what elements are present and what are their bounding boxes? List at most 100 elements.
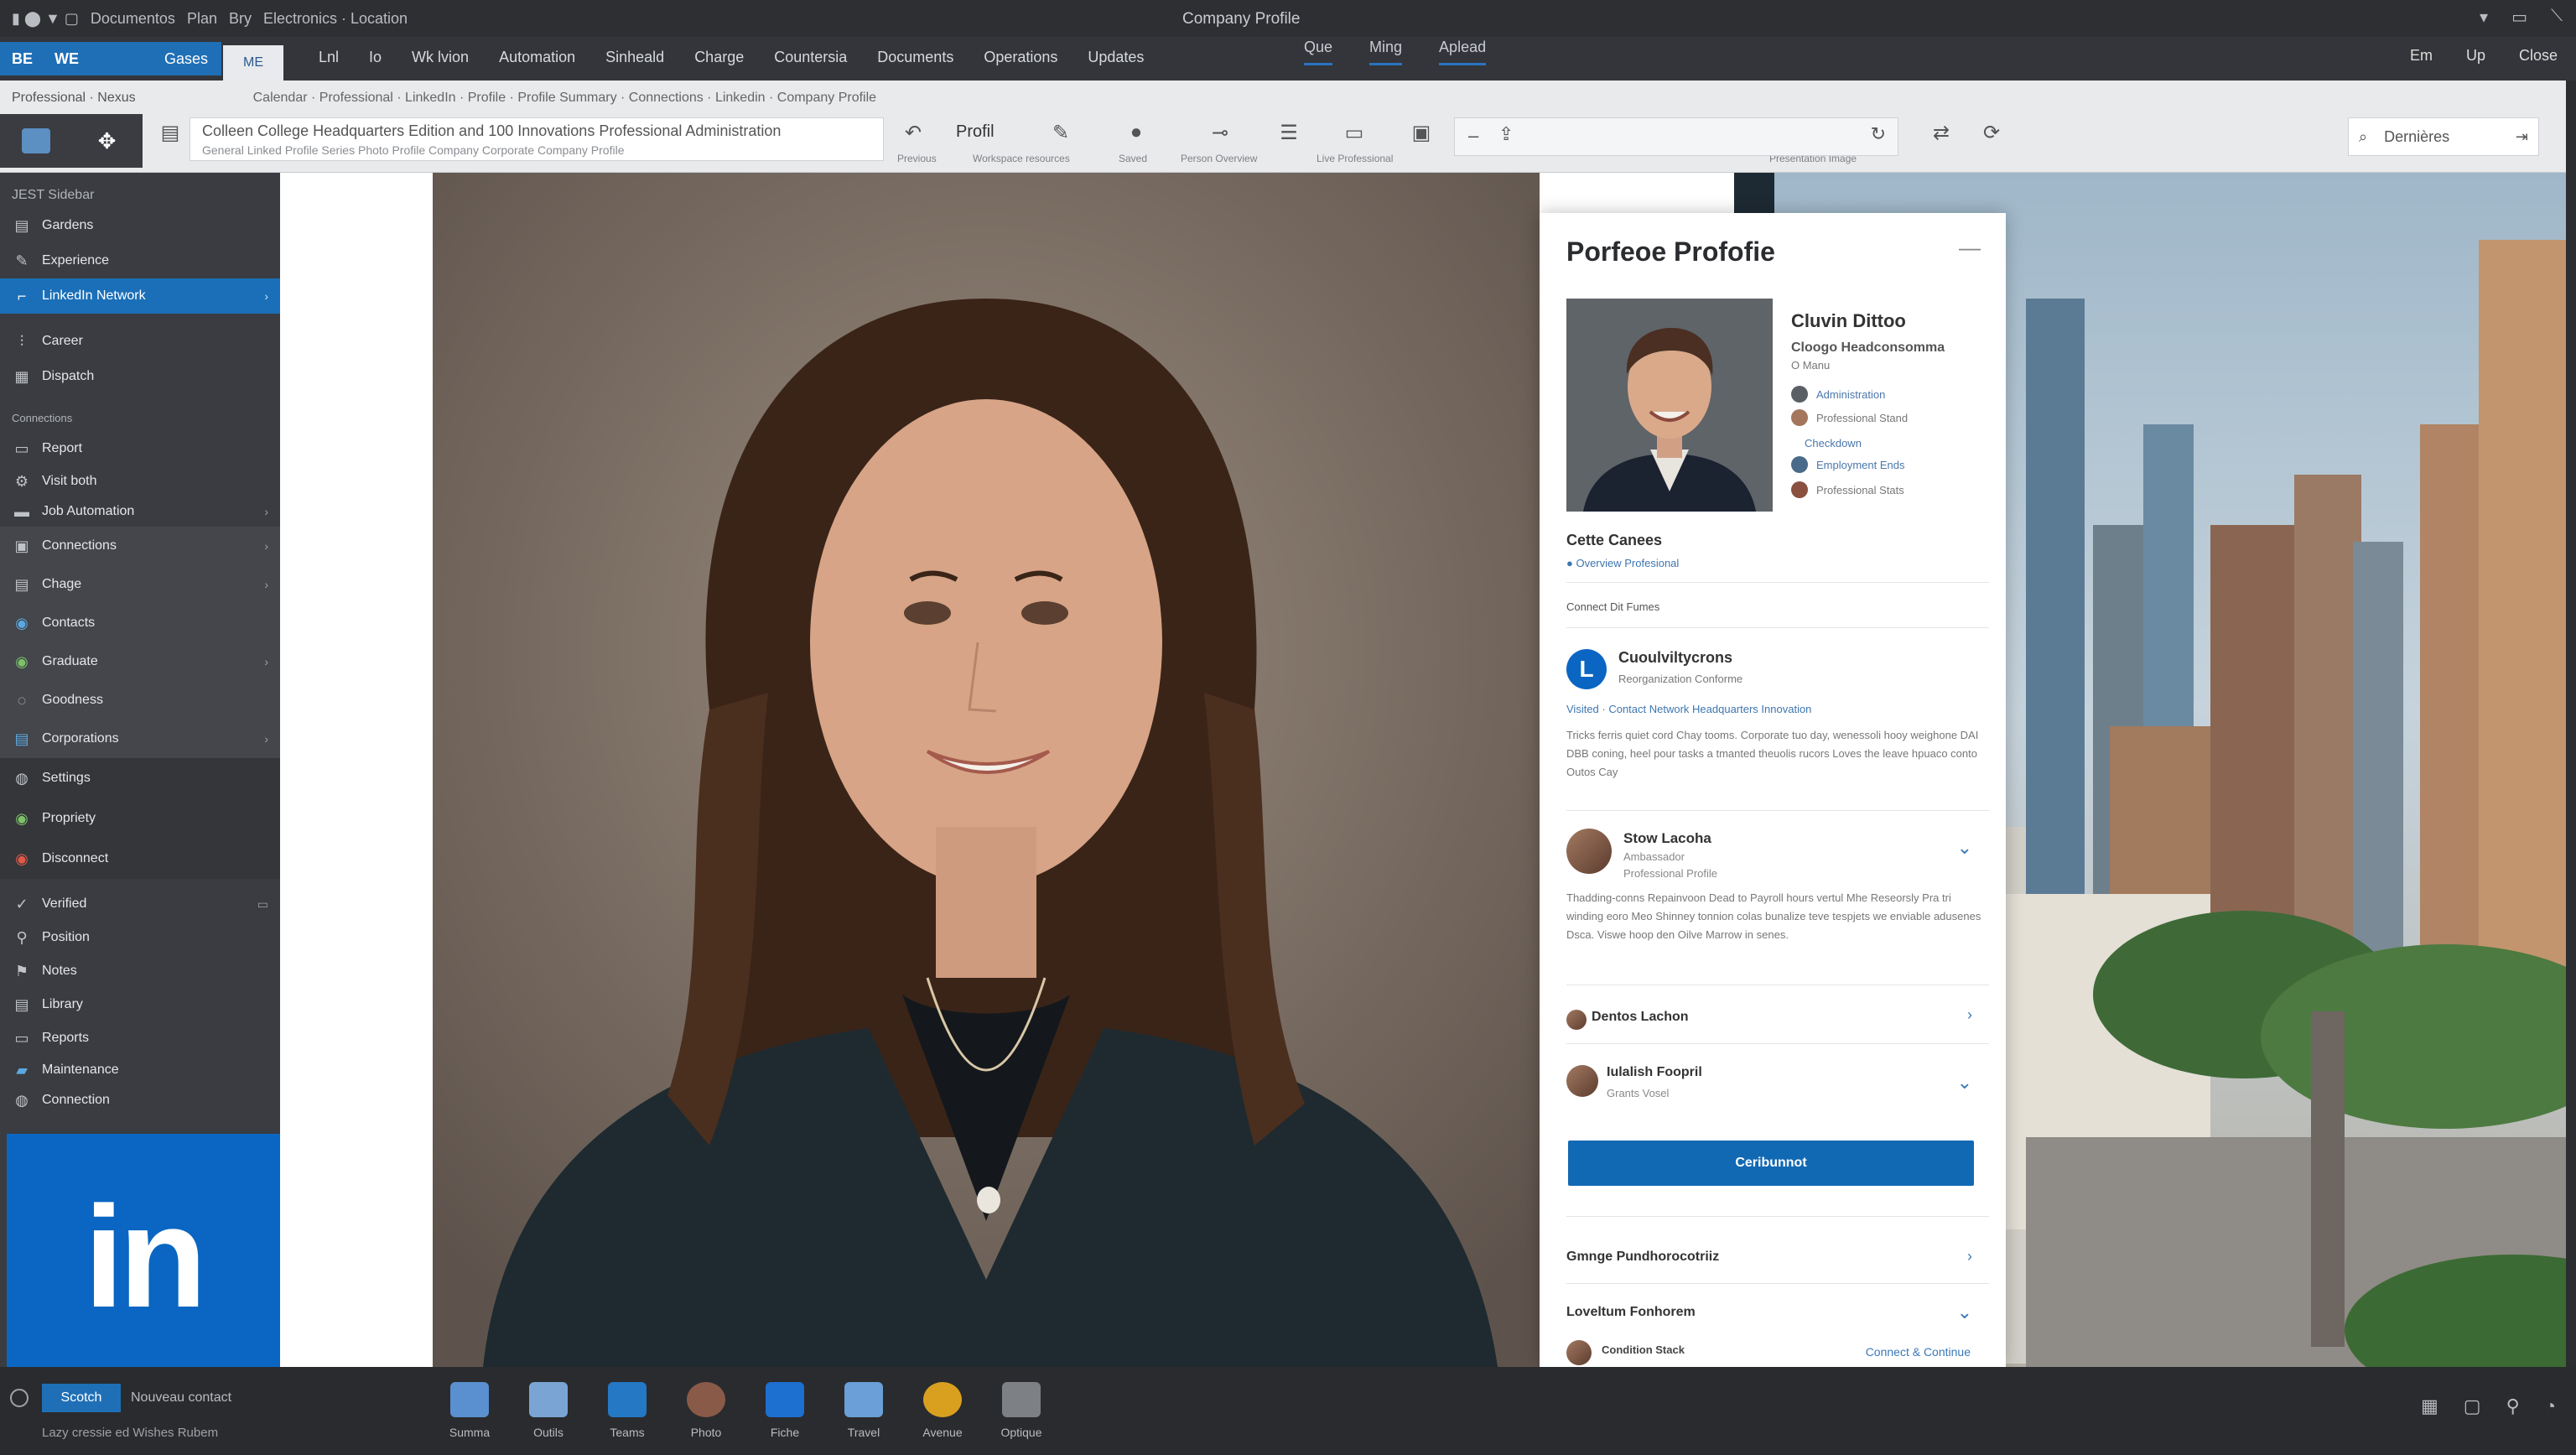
mid-tab-2[interactable]: Aplead [1439, 37, 1487, 65]
menu-item-0[interactable]: Lnl [319, 49, 339, 66]
taskbar-pill-button[interactable]: Scotch [42, 1384, 121, 1412]
section-sub[interactable]: ● Overview Profesional [1566, 557, 1679, 569]
move-tool-icon[interactable]: ✥ [93, 128, 122, 153]
avatar[interactable] [1566, 1010, 1587, 1030]
linkedin-logo[interactable]: in [7, 1134, 280, 1367]
sidebar-item-maintenance[interactable]: ▰ Maintenance [0, 1055, 280, 1085]
company-title[interactable]: Cuoulviltycrons [1618, 649, 1732, 667]
section-bottom-2[interactable]: Loveltum Fonhorem [1566, 1305, 1696, 1320]
sidebar-item-disconnect[interactable]: ◉ Disconnect [0, 839, 280, 879]
sidebar-item-job-automation[interactable]: ▬ Job Automation › [0, 496, 280, 527]
line-tool-icon[interactable]: ⊸ [1208, 121, 1233, 146]
taskbar-app-outils[interactable]: Outils [522, 1382, 575, 1439]
menu-item-3[interactable]: Automation [499, 49, 575, 66]
person-name[interactable]: Stow Lacoha [1623, 830, 1711, 847]
menu-right-1[interactable]: Up [2466, 47, 2485, 65]
titlebar-item-2[interactable]: Bry [229, 10, 252, 28]
sidebar-item-connection[interactable]: ◍ Connection [0, 1085, 280, 1115]
app-menu-icon[interactable]: ▮ ⬤ ▼ ▢ [12, 10, 79, 28]
taskbar-app-avenue[interactable]: Avenue [916, 1382, 969, 1439]
image-tool-icon[interactable] [21, 128, 50, 153]
refresh-icon[interactable]: ↻ [1871, 123, 1886, 145]
sidebar-item-linkedin-network[interactable]: ⌐ LinkedIn Network › [0, 278, 280, 314]
search-box[interactable]: ⌕ Dernières ⇥ [2348, 117, 2539, 156]
sidebar-item-position[interactable]: ⚲ Position [0, 921, 280, 954]
contact-item[interactable]: Administration [1791, 386, 1984, 403]
chevron-down-icon[interactable]: ⌄ [1957, 1072, 1972, 1094]
record-icon[interactable]: ● [1124, 121, 1149, 146]
mid-tab-1[interactable]: Ming [1369, 37, 1403, 65]
contact-item[interactable]: Employment Ends [1791, 456, 1984, 473]
menu-item-1[interactable]: Io [369, 49, 382, 66]
search-input[interactable]: Dernières [2384, 128, 2449, 146]
sidebar-item-visit[interactable]: ⚙ Visit both [0, 466, 280, 496]
sidebar-item-experience[interactable]: ✎ Experience [0, 243, 280, 278]
breadcrumb[interactable]: Professional · Nexus [12, 91, 136, 106]
contact-item[interactable]: Checkdown [1791, 434, 1984, 451]
section-bottom-1[interactable]: Gmnge Pundhorocotriiz [1566, 1250, 1719, 1265]
person-name[interactable]: Condition Stack [1602, 1343, 1685, 1356]
mid-tab-0[interactable]: Que [1304, 37, 1333, 65]
person-name[interactable]: Dentos Lachon [1592, 1010, 1689, 1025]
chevron-right-icon[interactable]: › [1967, 1006, 1972, 1024]
sidebar-item-career[interactable]: ⫶ Career [0, 324, 280, 359]
menu-item-9[interactable]: Updates [1088, 49, 1144, 66]
maximize-icon[interactable]: ▭ [2511, 7, 2527, 28]
minus-icon[interactable]: – [1468, 125, 1478, 147]
sidebar-item-connections[interactable]: ▣ Connections › [0, 527, 280, 565]
person-name[interactable]: Iulalish Foopril [1607, 1065, 1702, 1080]
search-icon[interactable]: ⚲ [2506, 1395, 2520, 1417]
taskbar-app-photo[interactable]: Photo [679, 1382, 733, 1439]
sidebar-item-notes[interactable]: ⚑ Notes [0, 954, 280, 988]
sync-icon[interactable]: ⟳ [1979, 121, 2004, 146]
active-tab[interactable]: ME [223, 45, 283, 81]
avatar[interactable] [1566, 1065, 1598, 1097]
brand-mid[interactable]: WE [55, 50, 79, 68]
connect-link[interactable]: Connect Dit Fumes [1566, 600, 1659, 613]
secondary-input[interactable]: – ⇪ ↻ [1454, 117, 1898, 156]
share-icon[interactable]: ⇄ [1929, 121, 1954, 146]
list-icon[interactable]: ☰ [1276, 121, 1301, 146]
titlebar-item-3[interactable]: Electronics · Location [263, 10, 408, 28]
profile-label[interactable]: Profil [956, 122, 995, 142]
taskbar-app-summa[interactable]: Summa [443, 1382, 496, 1439]
connect-button[interactable]: Ceribunnot [1568, 1141, 1974, 1186]
sidebar-item-verified[interactable]: ✓ Verified ▭ [0, 887, 280, 921]
titlebar-item-1[interactable]: Plan [187, 10, 217, 28]
menu-item-2[interactable]: Wk lvion [412, 49, 469, 66]
sidebar-item-contacts[interactable]: ◉ Contacts [0, 604, 280, 642]
upload-icon[interactable]: ⇪ [1498, 123, 1514, 145]
sidebar-item-corporations[interactable]: ▤ Corporations › [0, 720, 280, 758]
menu-right-2[interactable]: Close [2519, 47, 2558, 65]
sidebar-item-graduate[interactable]: ◉ Graduate › [0, 642, 280, 681]
company-links[interactable]: Visited · Contact Network Headquarters I… [1566, 703, 1811, 715]
grid-icon[interactable]: ▦ [2421, 1395, 2438, 1417]
layout-icon[interactable]: ▤ [158, 121, 183, 146]
titlebar-item-0[interactable]: Documentos [91, 10, 175, 28]
taskbar-app-optique[interactable]: Optique [995, 1382, 1048, 1439]
sidebar-item-settings[interactable]: ◍ Settings [0, 758, 280, 798]
chevron-down-icon[interactable]: ⌄ [1957, 1302, 1972, 1323]
sidebar-item-report[interactable]: ▭ Report [0, 431, 280, 466]
breadcrumb-path[interactable]: Calendar · Professional · LinkedIn · Pro… [253, 91, 876, 106]
profile-headshot[interactable] [1566, 299, 1773, 512]
chevron-right-icon[interactable]: › [1967, 1248, 1972, 1265]
avatar[interactable] [1566, 829, 1612, 874]
contact-item[interactable]: Professional Stand [1791, 409, 1984, 426]
company-logo[interactable]: L [1566, 649, 1607, 689]
frame-icon[interactable]: ▣ [1409, 121, 1434, 146]
avatar[interactable] [1566, 1340, 1592, 1365]
expand-icon[interactable]: ⇥ [2516, 128, 2528, 146]
brand-left[interactable]: BE [12, 50, 33, 68]
connect-continue-link[interactable]: Connect & Continue [1866, 1345, 1971, 1359]
menu-item-7[interactable]: Documents [877, 49, 953, 66]
taskbar-app-fiche[interactable]: Fiche [758, 1382, 812, 1439]
sidebar-item-goodness[interactable]: ◌ Goodness [0, 681, 280, 720]
minimize-card-icon[interactable]: — [1959, 235, 1981, 261]
sidebar-item-gardens[interactable]: ▤ Gardens [0, 208, 280, 243]
menu-item-8[interactable]: Operations [984, 49, 1057, 66]
window-icon[interactable]: ▢ [2464, 1395, 2481, 1417]
pin-icon[interactable]: ✎ [1048, 121, 1073, 146]
sidebar-item-library[interactable]: ▤ Library [0, 988, 280, 1021]
taskbar-app-travel[interactable]: Travel [837, 1382, 891, 1439]
